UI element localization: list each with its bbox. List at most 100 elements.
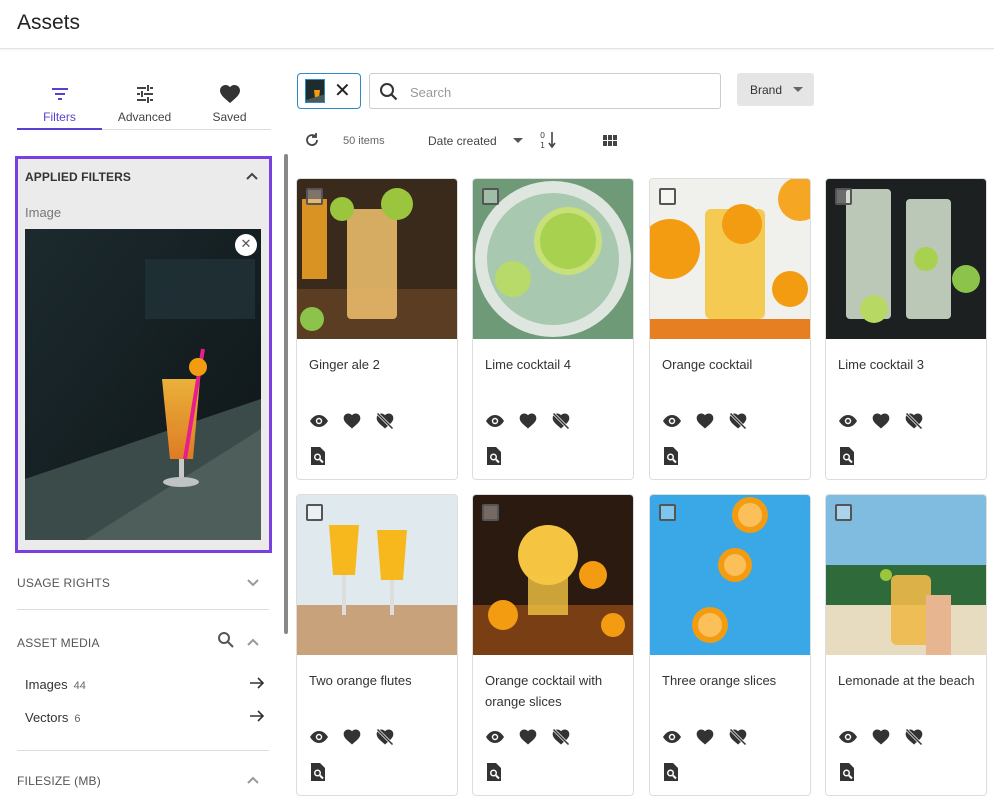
item-count: 50 items xyxy=(343,135,385,147)
heart-off-icon[interactable] xyxy=(551,411,571,436)
image-filter-label: Image xyxy=(25,205,62,220)
asset-details-icon[interactable] xyxy=(309,762,327,787)
asset-details-icon[interactable] xyxy=(838,446,856,471)
svg-text:0: 0 xyxy=(540,131,545,140)
asset-details-icon[interactable] xyxy=(662,762,680,787)
asset-details-icon[interactable] xyxy=(838,762,856,787)
divider xyxy=(17,750,269,751)
grid-view-icon[interactable] xyxy=(603,134,617,152)
asset-card[interactable]: Orange cocktail xyxy=(649,178,811,480)
asset-card[interactable]: Two orange flutes xyxy=(296,494,458,796)
heart-icon[interactable] xyxy=(518,727,538,752)
select-checkbox[interactable] xyxy=(659,188,676,205)
close-icon[interactable]: ✕ xyxy=(334,81,351,101)
heart-off-icon[interactable] xyxy=(904,411,924,436)
sidebar-tabs: Filters Advanced Saved xyxy=(17,80,271,130)
select-checkbox[interactable] xyxy=(659,504,676,521)
sort-order-icon[interactable]: 01 xyxy=(540,130,558,155)
eye-icon[interactable] xyxy=(309,411,329,436)
arrow-right-icon[interactable] xyxy=(249,675,265,694)
heart-off-icon[interactable] xyxy=(375,411,395,436)
select-checkbox[interactable] xyxy=(306,504,323,521)
brand-dropdown[interactable]: Brand xyxy=(737,73,814,106)
brand-dropdown-label: Brand xyxy=(750,83,783,97)
asset-details-icon[interactable] xyxy=(485,446,503,471)
tab-advanced[interactable]: Advanced xyxy=(102,80,187,130)
chevron-down-icon[interactable] xyxy=(246,575,260,594)
heart-icon[interactable] xyxy=(695,411,715,436)
caret-down-icon xyxy=(793,87,803,92)
asset-title: Lemonade at the beach xyxy=(838,673,975,688)
facet-item-count: 6 xyxy=(74,713,81,725)
tab-filters-label: Filters xyxy=(43,110,76,124)
search-box xyxy=(369,73,721,109)
asset-card[interactable]: Orange cocktail with orange slices xyxy=(472,494,634,796)
search-icon[interactable] xyxy=(217,631,235,654)
asset-card[interactable]: Lime cocktail 3 xyxy=(825,178,987,480)
asset-card[interactable]: Three orange slices xyxy=(649,494,811,796)
asset-title: Lime cocktail 3 xyxy=(838,357,924,372)
arrow-right-icon[interactable] xyxy=(249,708,265,727)
image-search-thumbnail xyxy=(305,79,325,103)
tab-filters[interactable]: Filters xyxy=(17,80,102,130)
search-icon xyxy=(379,82,399,107)
search-input[interactable] xyxy=(410,82,710,102)
heart-icon[interactable] xyxy=(871,727,891,752)
remove-image-filter-button[interactable]: ✕ xyxy=(235,234,257,256)
select-checkbox[interactable] xyxy=(482,504,499,521)
svg-text:1: 1 xyxy=(540,141,545,150)
tab-saved[interactable]: Saved xyxy=(187,80,272,130)
asset-title: Three orange slices xyxy=(662,673,777,688)
asset-title: Lime cocktail 4 xyxy=(485,357,571,372)
facet-item-vectors[interactable]: Vectors 6 xyxy=(25,710,265,725)
facet-item-label: Vectors xyxy=(25,710,69,725)
chevron-up-icon[interactable] xyxy=(246,635,260,654)
facet-usage-rights-label: USAGE RIGHTS xyxy=(17,576,111,590)
heart-off-icon[interactable] xyxy=(551,727,571,752)
tab-advanced-label: Advanced xyxy=(117,110,172,124)
asset-details-icon[interactable] xyxy=(662,446,680,471)
heart-off-icon[interactable] xyxy=(904,727,924,752)
asset-card[interactable]: Ginger ale 2 xyxy=(296,178,458,480)
sliders-icon xyxy=(102,82,187,106)
eye-icon[interactable] xyxy=(662,727,682,752)
top-bar: Assets xyxy=(0,0,994,49)
facet-filesize-label: FILESIZE (MB) xyxy=(17,774,101,788)
heart-off-icon[interactable] xyxy=(375,727,395,752)
eye-icon[interactable] xyxy=(309,727,329,752)
select-checkbox[interactable] xyxy=(835,188,852,205)
asset-details-icon[interactable] xyxy=(309,446,327,471)
heart-icon[interactable] xyxy=(695,727,715,752)
select-checkbox[interactable] xyxy=(306,188,323,205)
eye-icon[interactable] xyxy=(838,411,858,436)
facet-item-label: Images xyxy=(25,677,68,692)
eye-icon[interactable] xyxy=(485,727,505,752)
heart-icon[interactable] xyxy=(342,411,362,436)
sidebar-scrollbar[interactable] xyxy=(284,154,288,634)
asset-card[interactable]: Lemonade at the beach xyxy=(825,494,987,796)
select-checkbox[interactable] xyxy=(482,188,499,205)
sort-dropdown[interactable]: Date created xyxy=(428,134,497,148)
image-search-chip[interactable]: ✕ xyxy=(297,73,361,109)
asset-card[interactable]: Lime cocktail 4 xyxy=(472,178,634,480)
refresh-icon[interactable] xyxy=(304,132,320,153)
select-checkbox[interactable] xyxy=(835,504,852,521)
asset-details-icon[interactable] xyxy=(485,762,503,787)
results-toolbar: 50 items Date created 01 xyxy=(297,125,697,155)
eye-icon[interactable] xyxy=(838,727,858,752)
facet-item-count: 44 xyxy=(73,680,86,692)
eye-icon[interactable] xyxy=(662,411,682,436)
tab-saved-label: Saved xyxy=(212,110,247,124)
chevron-up-icon[interactable] xyxy=(246,773,260,792)
facet-item-images[interactable]: Images 44 xyxy=(25,677,265,692)
heart-icon[interactable] xyxy=(871,411,891,436)
caret-down-icon[interactable] xyxy=(513,138,523,143)
divider xyxy=(17,609,269,610)
heart-off-icon[interactable] xyxy=(728,727,748,752)
applied-filters-panel: APPLIED FILTERS Image ✕ xyxy=(15,156,272,553)
eye-icon[interactable] xyxy=(485,411,505,436)
heart-off-icon[interactable] xyxy=(728,411,748,436)
heart-icon[interactable] xyxy=(342,727,362,752)
chevron-up-icon[interactable] xyxy=(245,169,259,188)
heart-icon[interactable] xyxy=(518,411,538,436)
